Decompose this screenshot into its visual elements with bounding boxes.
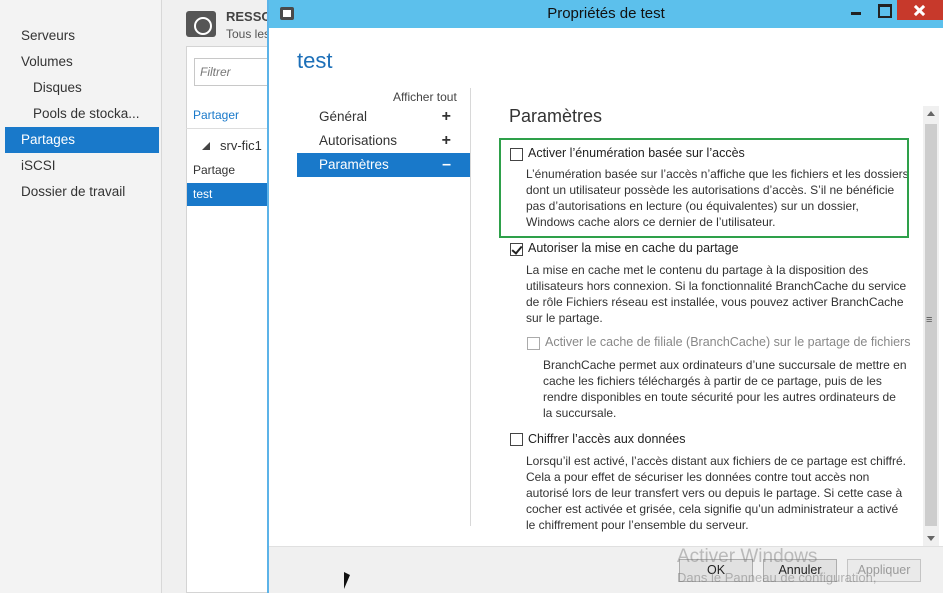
nav-item-iscsi[interactable]: iSCSI (5, 153, 159, 179)
divider (186, 128, 276, 129)
encrypt-label[interactable]: Chiffrer l’accès aux données (528, 432, 686, 446)
shares-subtitle: Tous les (226, 27, 271, 41)
branchcache-desc-line: BranchCache permet aux ordinateurs d’une… (543, 358, 907, 372)
dialog-title: Propriétés de test (547, 5, 665, 22)
scroll-down-icon[interactable] (923, 530, 939, 546)
branchcache-desc-line: la succursale. (543, 406, 617, 420)
shares-icon (186, 11, 216, 37)
encrypt-desc-line: autorisé lors de leur transfert vers ou … (526, 486, 903, 500)
encrypt-desc-line: cocher est activée et grisée, cela signi… (526, 502, 899, 516)
mouse-cursor-icon (344, 572, 350, 589)
cache-checkbox[interactable] (510, 243, 523, 256)
share-link[interactable]: Partager (193, 108, 239, 122)
sidebar-item-general[interactable]: Général + (297, 105, 471, 129)
cache-desc-line: La mise en cache met le contenu du parta… (526, 263, 869, 277)
cache-desc-line: sur le partage. (526, 311, 603, 325)
encrypt-desc-line: Lorsqu’il est activé, l’accès distant au… (526, 454, 906, 468)
filter-input[interactable]: Filtrer (194, 58, 270, 86)
nav-item-disques[interactable]: Disques (5, 75, 159, 101)
server-manager-nav: Serveurs Volumes Disques Pools de stocka… (0, 0, 162, 593)
nav-item-volumes[interactable]: Volumes (5, 49, 159, 75)
cache-desc-line: utilisateurs hors connexion. Si la fonct… (526, 279, 907, 293)
nav-item-serveurs[interactable]: Serveurs (5, 23, 159, 49)
expand-icon: + (441, 132, 451, 149)
sidebar-item-label: Général (319, 109, 368, 124)
expand-icon: + (441, 108, 451, 125)
close-button[interactable] (897, 0, 943, 20)
cache-desc-line: de rôle Fichiers réseau est installée, v… (526, 295, 904, 309)
show-all-link[interactable]: Afficher tout (393, 90, 457, 104)
encrypt-checkbox[interactable] (510, 433, 523, 446)
section-title: Paramètres (509, 106, 603, 126)
table-row[interactable]: test (187, 183, 275, 206)
nav-item-pools[interactable]: Pools de stocka... (5, 101, 159, 127)
sidebar-item-parametres[interactable]: Paramètres – (297, 153, 471, 177)
encrypt-desc-line: le chiffrement pour l’ensemble du serveu… (526, 518, 749, 532)
shares-title: RESSO (226, 9, 272, 24)
activation-watermark: Activer Windows (677, 546, 818, 567)
highlight-frame (499, 138, 909, 238)
branchcache-checkbox[interactable] (527, 337, 540, 350)
maximize-button[interactable] (870, 0, 896, 20)
encrypt-desc-line: Cela a pour effet de sécuriser les donné… (526, 470, 870, 484)
nav-item-dossier-travail[interactable]: Dossier de travail (5, 179, 159, 205)
collapse-icon: – (442, 156, 451, 173)
sidebar-item-autorisations[interactable]: Autorisations + (297, 129, 471, 153)
minimize-button[interactable] (843, 0, 869, 20)
scroll-up-icon[interactable] (923, 106, 939, 122)
branchcache-desc-line: cache les fichiers téléchargés à partir … (543, 374, 882, 388)
column-header-partage[interactable]: Partage (193, 163, 235, 177)
collapse-arrow-icon[interactable] (202, 142, 210, 150)
branchcache-label[interactable]: Activer le cache de filiale (BranchCache… (545, 335, 910, 349)
server-group-label: srv-fic1 (220, 138, 262, 153)
page-title: test (297, 48, 333, 73)
activation-watermark-subtext: Dans le Panneau de configuration, (677, 570, 877, 585)
vertical-scrollbar[interactable] (923, 106, 939, 546)
branchcache-desc-line: rendre disponibles en toute sécurité pou… (543, 390, 896, 404)
sidebar-item-label: Paramètres (319, 157, 389, 172)
properties-dialog: Propriétés de test test Afficher tout Gé… (267, 0, 943, 593)
nav-item-partages[interactable]: Partages (5, 127, 159, 153)
scroll-thumb[interactable] (925, 124, 937, 526)
sidebar-item-label: Autorisations (319, 133, 398, 148)
cache-label[interactable]: Autoriser la mise en cache du partage (528, 241, 739, 255)
title-bar[interactable]: Propriétés de test (269, 0, 943, 28)
